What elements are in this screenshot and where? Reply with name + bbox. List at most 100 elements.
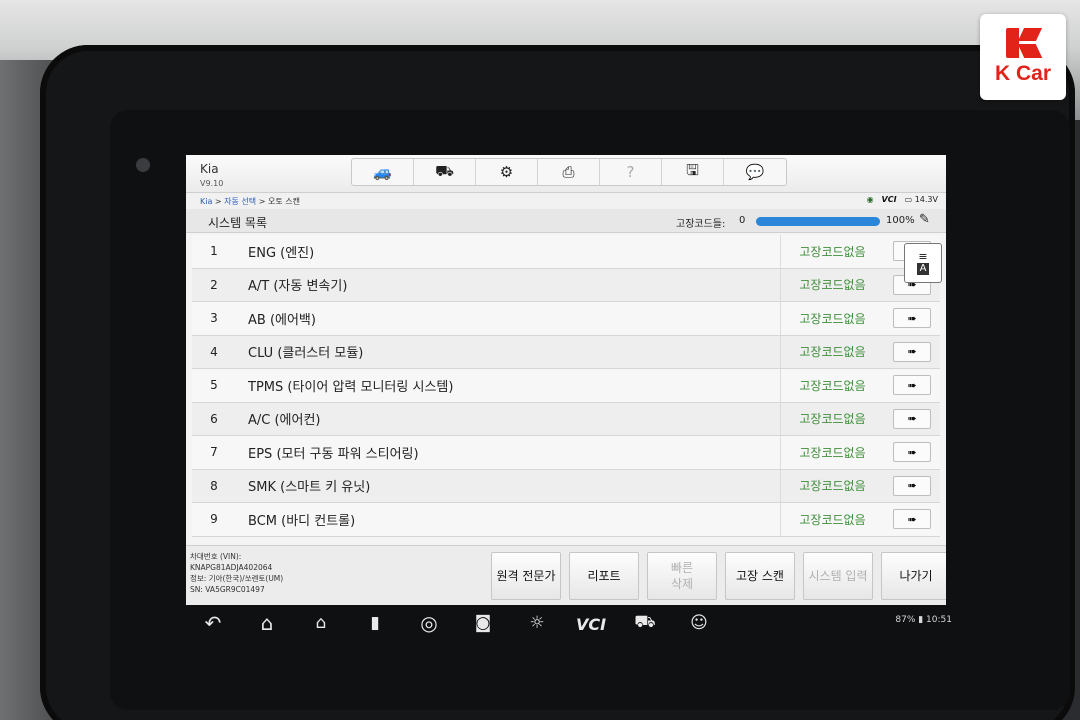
- dtc-status: 고장코드없음: [780, 335, 884, 368]
- back-icon[interactable]: ↶: [186, 611, 240, 635]
- save-button[interactable]: 🖫: [662, 159, 724, 185]
- app-name: Kia: [200, 162, 219, 176]
- brand-logo: K Car: [980, 14, 1066, 100]
- arrow-right-icon: ➠: [907, 479, 917, 493]
- arrow-right-icon: ➠: [907, 345, 917, 359]
- table-row[interactable]: 6 A/C (에어컨) 고장코드없음 ➠: [192, 402, 940, 436]
- vehicle-home-icon[interactable]: ⌂: [294, 613, 348, 633]
- tablet-screen: Kia V9.10 🚙 ⛟ ⚙ ⎙ ? 🖫 💬 Kia > 자동 선택 > 오토…: [186, 155, 946, 605]
- network-icon: ◉: [866, 195, 874, 204]
- battery-icon: ▭: [904, 195, 915, 204]
- scan-progress-percent: 100%: [886, 215, 915, 226]
- gear-icon: ⚙: [499, 163, 514, 181]
- brand-mark-icon: [1006, 28, 1043, 58]
- row-number: 4: [210, 344, 218, 359]
- vin-value: KNAPG81ADJA402064: [190, 563, 273, 572]
- enter-system-button[interactable]: ➠: [893, 341, 931, 362]
- system-name: ENG (엔진): [248, 245, 315, 261]
- printer-icon: ⎙: [562, 163, 575, 181]
- print-button[interactable]: ⎙: [538, 159, 600, 185]
- fault-scan-button[interactable]: 고장 스캔: [725, 552, 795, 600]
- title-bar: Kia V9.10 🚙 ⛟ ⚙ ⎙ ? 🖫 💬: [186, 155, 946, 193]
- breadcrumb-bar: Kia > 자동 선택 > 오토 스캔 ◉ VCI ▭ 14.3V: [186, 193, 946, 209]
- menu-lines-icon: ≡: [918, 250, 928, 263]
- table-row[interactable]: 7 EPS (모터 구동 파워 스티어링) 고장코드없음 ➠: [192, 436, 940, 470]
- table-row[interactable]: 3 AB (에어백) 고장코드없음 ➠: [192, 302, 940, 336]
- dtc-status: 고장코드없음: [780, 302, 884, 335]
- dtc-count-label: 고장코드들:: [676, 219, 726, 230]
- table-row[interactable]: 2 A/T (자동 변속기) 고장코드없음 ➠: [192, 268, 940, 302]
- car-lift-icon: ⛟: [435, 162, 454, 180]
- breadcrumb-root[interactable]: Kia: [200, 197, 212, 206]
- vehicle-info: 차대번호 (VIN): KNAPG81ADJA402064 정보: 기아(한국)…: [190, 551, 283, 595]
- home-icon[interactable]: ⌂: [240, 611, 294, 635]
- message-icon: 💬: [745, 163, 765, 181]
- table-row[interactable]: 1 ENG (엔진) 고장코드없음 ➠: [192, 235, 940, 269]
- table-row[interactable]: 8 SMK (스마트 키 유닛) 고장코드없음 ➠: [192, 469, 940, 503]
- message-button[interactable]: 💬: [724, 159, 786, 185]
- vin-label: 차대번호 (VIN):: [190, 552, 242, 561]
- system-name: TPMS (타이어 압력 모니터링 시스템): [248, 379, 454, 395]
- scan-progress-bar: [756, 217, 880, 226]
- breadcrumb-current: 오토 스캔: [267, 197, 300, 206]
- enter-system-button[interactable]: ➠: [893, 308, 931, 329]
- recent-apps-icon[interactable]: ▮: [348, 613, 402, 633]
- system-name: AB (에어백): [248, 312, 316, 328]
- camera-icon[interactable]: ◙: [456, 613, 510, 633]
- row-number: 9: [210, 512, 218, 527]
- quick-erase-button[interactable]: 빠른 삭제: [647, 552, 717, 600]
- breadcrumb-middle[interactable]: 자동 선택: [224, 197, 256, 206]
- help-button[interactable]: ?: [600, 159, 662, 185]
- row-number: 3: [210, 311, 218, 326]
- arrow-right-icon: ➠: [907, 512, 917, 526]
- arrow-right-icon: ➠: [907, 445, 917, 459]
- exit-button[interactable]: 나가기: [881, 552, 946, 600]
- vehicle-status-icon[interactable]: ⛟: [618, 612, 672, 634]
- app-version: V9.10: [200, 179, 224, 188]
- vci-nav-icon[interactable]: VCI: [564, 611, 618, 635]
- table-row[interactable]: 9 BCM (바디 컨트롤) 고장코드없음 ➠: [192, 503, 940, 537]
- car-lift-button[interactable]: ⛟: [414, 159, 476, 185]
- enter-system-button[interactable]: ➠: [893, 509, 931, 530]
- dtc-status: 고장코드없음: [780, 503, 884, 536]
- row-number: 6: [210, 411, 218, 426]
- vehicle-model-info: 정보: 기아(한국)/쏘렌토(UM): [190, 574, 284, 583]
- enter-system-button[interactable]: ➠: [893, 475, 931, 496]
- enter-system-button[interactable]: ➠: [893, 408, 931, 429]
- vehicle-swap-button[interactable]: 🚙: [352, 159, 414, 185]
- enter-system-button[interactable]: ➠: [893, 442, 931, 463]
- letter-a-icon: A: [916, 263, 930, 275]
- breadcrumb: Kia > 자동 선택 > 오토 스캔: [200, 196, 300, 207]
- battery-voltage-value: 14.3V: [914, 195, 938, 204]
- serial-number: SN: VA5GR9C01497: [190, 585, 265, 594]
- report-button[interactable]: 리포트: [569, 552, 639, 600]
- breadcrumb-separator: >: [212, 197, 225, 206]
- row-number: 5: [210, 378, 218, 393]
- arrow-right-icon: ➠: [907, 412, 917, 426]
- browser-icon[interactable]: ◎: [402, 611, 456, 635]
- enter-system-button[interactable]: ➠: [893, 375, 931, 396]
- row-number: 1: [210, 244, 218, 259]
- brightness-icon[interactable]: ☼: [510, 613, 564, 633]
- battery-voltage: ▭ 14.3V: [905, 195, 938, 204]
- connection-status: ◉ VCI ▭ 14.3V: [867, 195, 938, 204]
- footer-buttons: 원격 전문가 리포트 빠른 삭제 고장 스캔 시스템 입력 나가기: [491, 552, 946, 600]
- system-name: SMK (스마트 키 유닛): [248, 480, 371, 496]
- dtc-status: 고장코드없음: [780, 235, 884, 268]
- remote-expert-button[interactable]: 원격 전문가: [491, 552, 561, 600]
- system-name: A/T (자동 변속기): [248, 279, 348, 295]
- table-row[interactable]: 5 TPMS (타이어 압력 모니터링 시스템) 고장코드없음 ➠: [192, 369, 940, 403]
- translate-icon[interactable]: ≡ A: [904, 243, 942, 283]
- settings-button[interactable]: ⚙: [476, 159, 538, 185]
- edit-icon[interactable]: ✎: [919, 212, 930, 227]
- scan-progress-fill: [756, 217, 880, 226]
- system-input-button[interactable]: 시스템 입력: [803, 552, 873, 600]
- system-list-title: 시스템 목록: [208, 216, 268, 230]
- remote-support-icon[interactable]: ☺: [672, 613, 726, 633]
- table-row[interactable]: 4 CLU (클러스터 모듈) 고장코드없음 ➠: [192, 335, 940, 369]
- vci-status: VCI: [881, 195, 897, 204]
- system-status: 87% ▮ 10:51: [895, 615, 952, 625]
- breadcrumb-separator: >: [256, 197, 268, 206]
- vehicle-swap-icon: 🚙: [373, 163, 392, 181]
- system-list-header: 시스템 목록 고장코드들: 0 100% ✎: [186, 209, 946, 233]
